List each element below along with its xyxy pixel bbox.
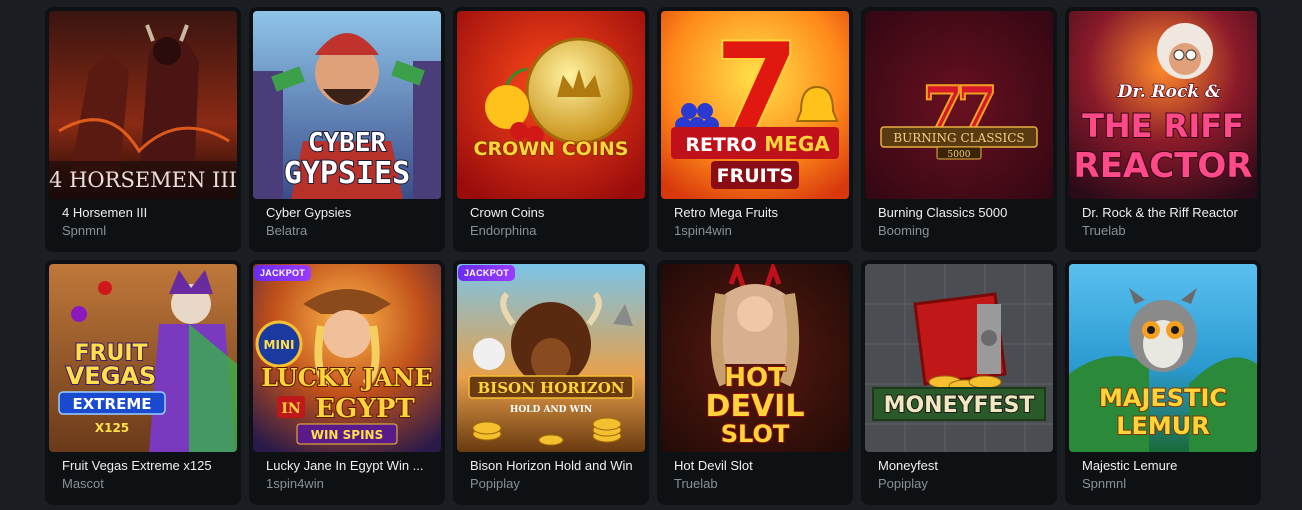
game-card-crown-coins[interactable]: CROWN COINS Crown Coins Endorphina	[453, 7, 649, 252]
game-provider: Spnmnl	[62, 223, 107, 238]
game-art-connector: IN	[281, 401, 301, 417]
jackpot-badge: JACKPOT	[254, 265, 312, 281]
game-provider: Truelab	[1082, 223, 1126, 238]
game-art-title: CROWN COINS	[474, 138, 629, 160]
game-provider: Truelab	[674, 476, 718, 491]
game-provider: Popiplay	[470, 476, 520, 491]
game-title: Fruit Vegas Extreme x125	[62, 458, 212, 473]
game-title: Hot Devil Slot	[674, 458, 753, 473]
game-card-hot-devil-slot[interactable]: HOT DEVIL SLOT Hot Devil Slot Truelab	[657, 260, 853, 505]
game-thumbnail[interactable]: Dr. Rock & THE RIFF REACTOR	[1069, 11, 1257, 199]
game-title: Cyber Gypsies	[266, 205, 352, 220]
game-art-accent: REACTOR	[1074, 146, 1253, 186]
game-provider: 1spin4win	[266, 476, 324, 491]
game-card-majestic-lemure[interactable]: MAJESTIC LEMUR Majestic Lemure Spnmnl	[1065, 260, 1261, 505]
game-art-title: CYBER	[308, 128, 387, 158]
game-art-title: BISON HORIZON	[478, 379, 625, 397]
game-provider: Endorphina	[470, 223, 537, 238]
game-art-multiplier: X125	[95, 421, 129, 435]
game-grid: 4 HORSEMEN III 4 Horsemen III Spnmnl CYB…	[45, 7, 1261, 505]
game-card-lucky-jane-in-egypt[interactable]: MINI LUCKY JANE IN EGYPT WIN SPINS JACKP…	[249, 260, 445, 505]
game-title: Lucky Jane In Egypt Win ...	[266, 458, 424, 473]
game-thumbnail[interactable]: 4 HORSEMEN III	[49, 11, 237, 199]
game-thumbnail[interactable]: MONEYFEST	[865, 264, 1053, 452]
game-provider: Belatra	[266, 223, 308, 238]
game-art-subtitle: VEGAS	[66, 362, 157, 390]
game-art-accent: EXTREME	[72, 395, 151, 413]
game-thumbnail[interactable]: 7 RETRO MEGA FRUITS	[661, 11, 849, 199]
game-art-title: Dr. Rock &	[1117, 82, 1221, 102]
game-art-badge: MINI	[264, 338, 295, 352]
game-provider: 1spin4win	[674, 223, 732, 238]
game-title: Bison Horizon Hold and Win	[470, 458, 633, 473]
game-card-burning-classics-5000[interactable]: 7 7 BURNING CLASSICS 5000 Burning Classi…	[861, 7, 1057, 252]
game-card-cyber-gypsies[interactable]: CYBER GYPSIES Cyber Gypsies Belatra	[249, 7, 445, 252]
game-thumbnail[interactable]: 7 7 BURNING CLASSICS 5000	[865, 11, 1053, 199]
game-thumbnail[interactable]: BISON HORIZON HOLD AND WIN	[457, 264, 645, 452]
game-title: 4 Horsemen III	[62, 205, 148, 220]
game-title: Burning Classics 5000	[878, 205, 1008, 220]
game-thumbnail[interactable]: CYBER GYPSIES	[253, 11, 441, 199]
game-art-accent: SLOT	[721, 420, 790, 448]
game-art-subtitle: DEVIL	[706, 389, 805, 424]
game-card-dr-rock-riff-reactor[interactable]: Dr. Rock & THE RIFF REACTOR Dr. Rock & t…	[1065, 7, 1261, 252]
game-thumbnail[interactable]: MAJESTIC LEMUR	[1069, 264, 1257, 452]
game-thumbnail[interactable]: HOT DEVIL SLOT	[661, 264, 849, 452]
game-art-title: MONEYFEST	[884, 393, 1035, 418]
game-card-bison-horizon[interactable]: BISON HORIZON HOLD AND WIN JACKPOT Bison…	[453, 260, 649, 505]
jackpot-badge: JACKPOT	[458, 265, 516, 281]
game-art-subtitle: HOLD AND WIN	[510, 405, 592, 415]
game-art-subtitle: FRUITS	[717, 165, 794, 187]
game-provider: Popiplay	[878, 476, 928, 491]
game-card-retro-mega-fruits[interactable]: 7 RETRO MEGA FRUITS Retro Mega Fruits 1s…	[657, 7, 853, 252]
game-provider: Mascot	[62, 476, 104, 491]
game-art-title: RETRO	[685, 134, 756, 156]
game-provider: Booming	[878, 223, 930, 238]
game-art-accent: MEGA	[764, 132, 830, 156]
game-card-4-horsemen-iii[interactable]: 4 HORSEMEN III 4 Horsemen III Spnmnl	[45, 7, 241, 252]
game-art-title: 4 HORSEMEN III	[49, 168, 237, 192]
game-card-moneyfest[interactable]: MONEYFEST Moneyfest Popiplay	[861, 260, 1057, 505]
game-art-title: MAJESTIC	[1099, 384, 1227, 412]
game-art-title: BURNING CLASSICS	[893, 131, 1024, 145]
game-art-subtitle: THE RIFF	[1082, 107, 1244, 145]
game-title: Majestic Lemure	[1082, 458, 1178, 473]
game-art-subtitle: GYPSIES	[284, 156, 410, 191]
game-provider: Spnmnl	[1082, 476, 1127, 491]
game-title: Crown Coins	[470, 205, 545, 220]
game-title: Moneyfest	[878, 458, 938, 473]
game-thumbnail[interactable]: CROWN COINS	[457, 11, 645, 199]
game-thumbnail[interactable]: FRUIT VEGAS EXTREME X125	[49, 264, 237, 452]
game-title: Retro Mega Fruits	[674, 205, 779, 220]
game-art-subtitle: EGYPT	[315, 394, 415, 424]
game-art-subtitle: LEMUR	[1116, 412, 1210, 440]
game-art-accent: WIN SPINS	[311, 428, 384, 442]
game-card-fruit-vegas-extreme[interactable]: FRUIT VEGAS EXTREME X125 Fruit Vegas Ext…	[45, 260, 241, 505]
game-art-title: LUCKY JANE	[261, 363, 433, 392]
game-art-subtitle: 5000	[948, 150, 971, 160]
game-thumbnail[interactable]: MINI LUCKY JANE IN EGYPT WIN SPINS	[253, 264, 441, 452]
game-title: Dr. Rock & the Riff Reactor	[1082, 205, 1238, 220]
